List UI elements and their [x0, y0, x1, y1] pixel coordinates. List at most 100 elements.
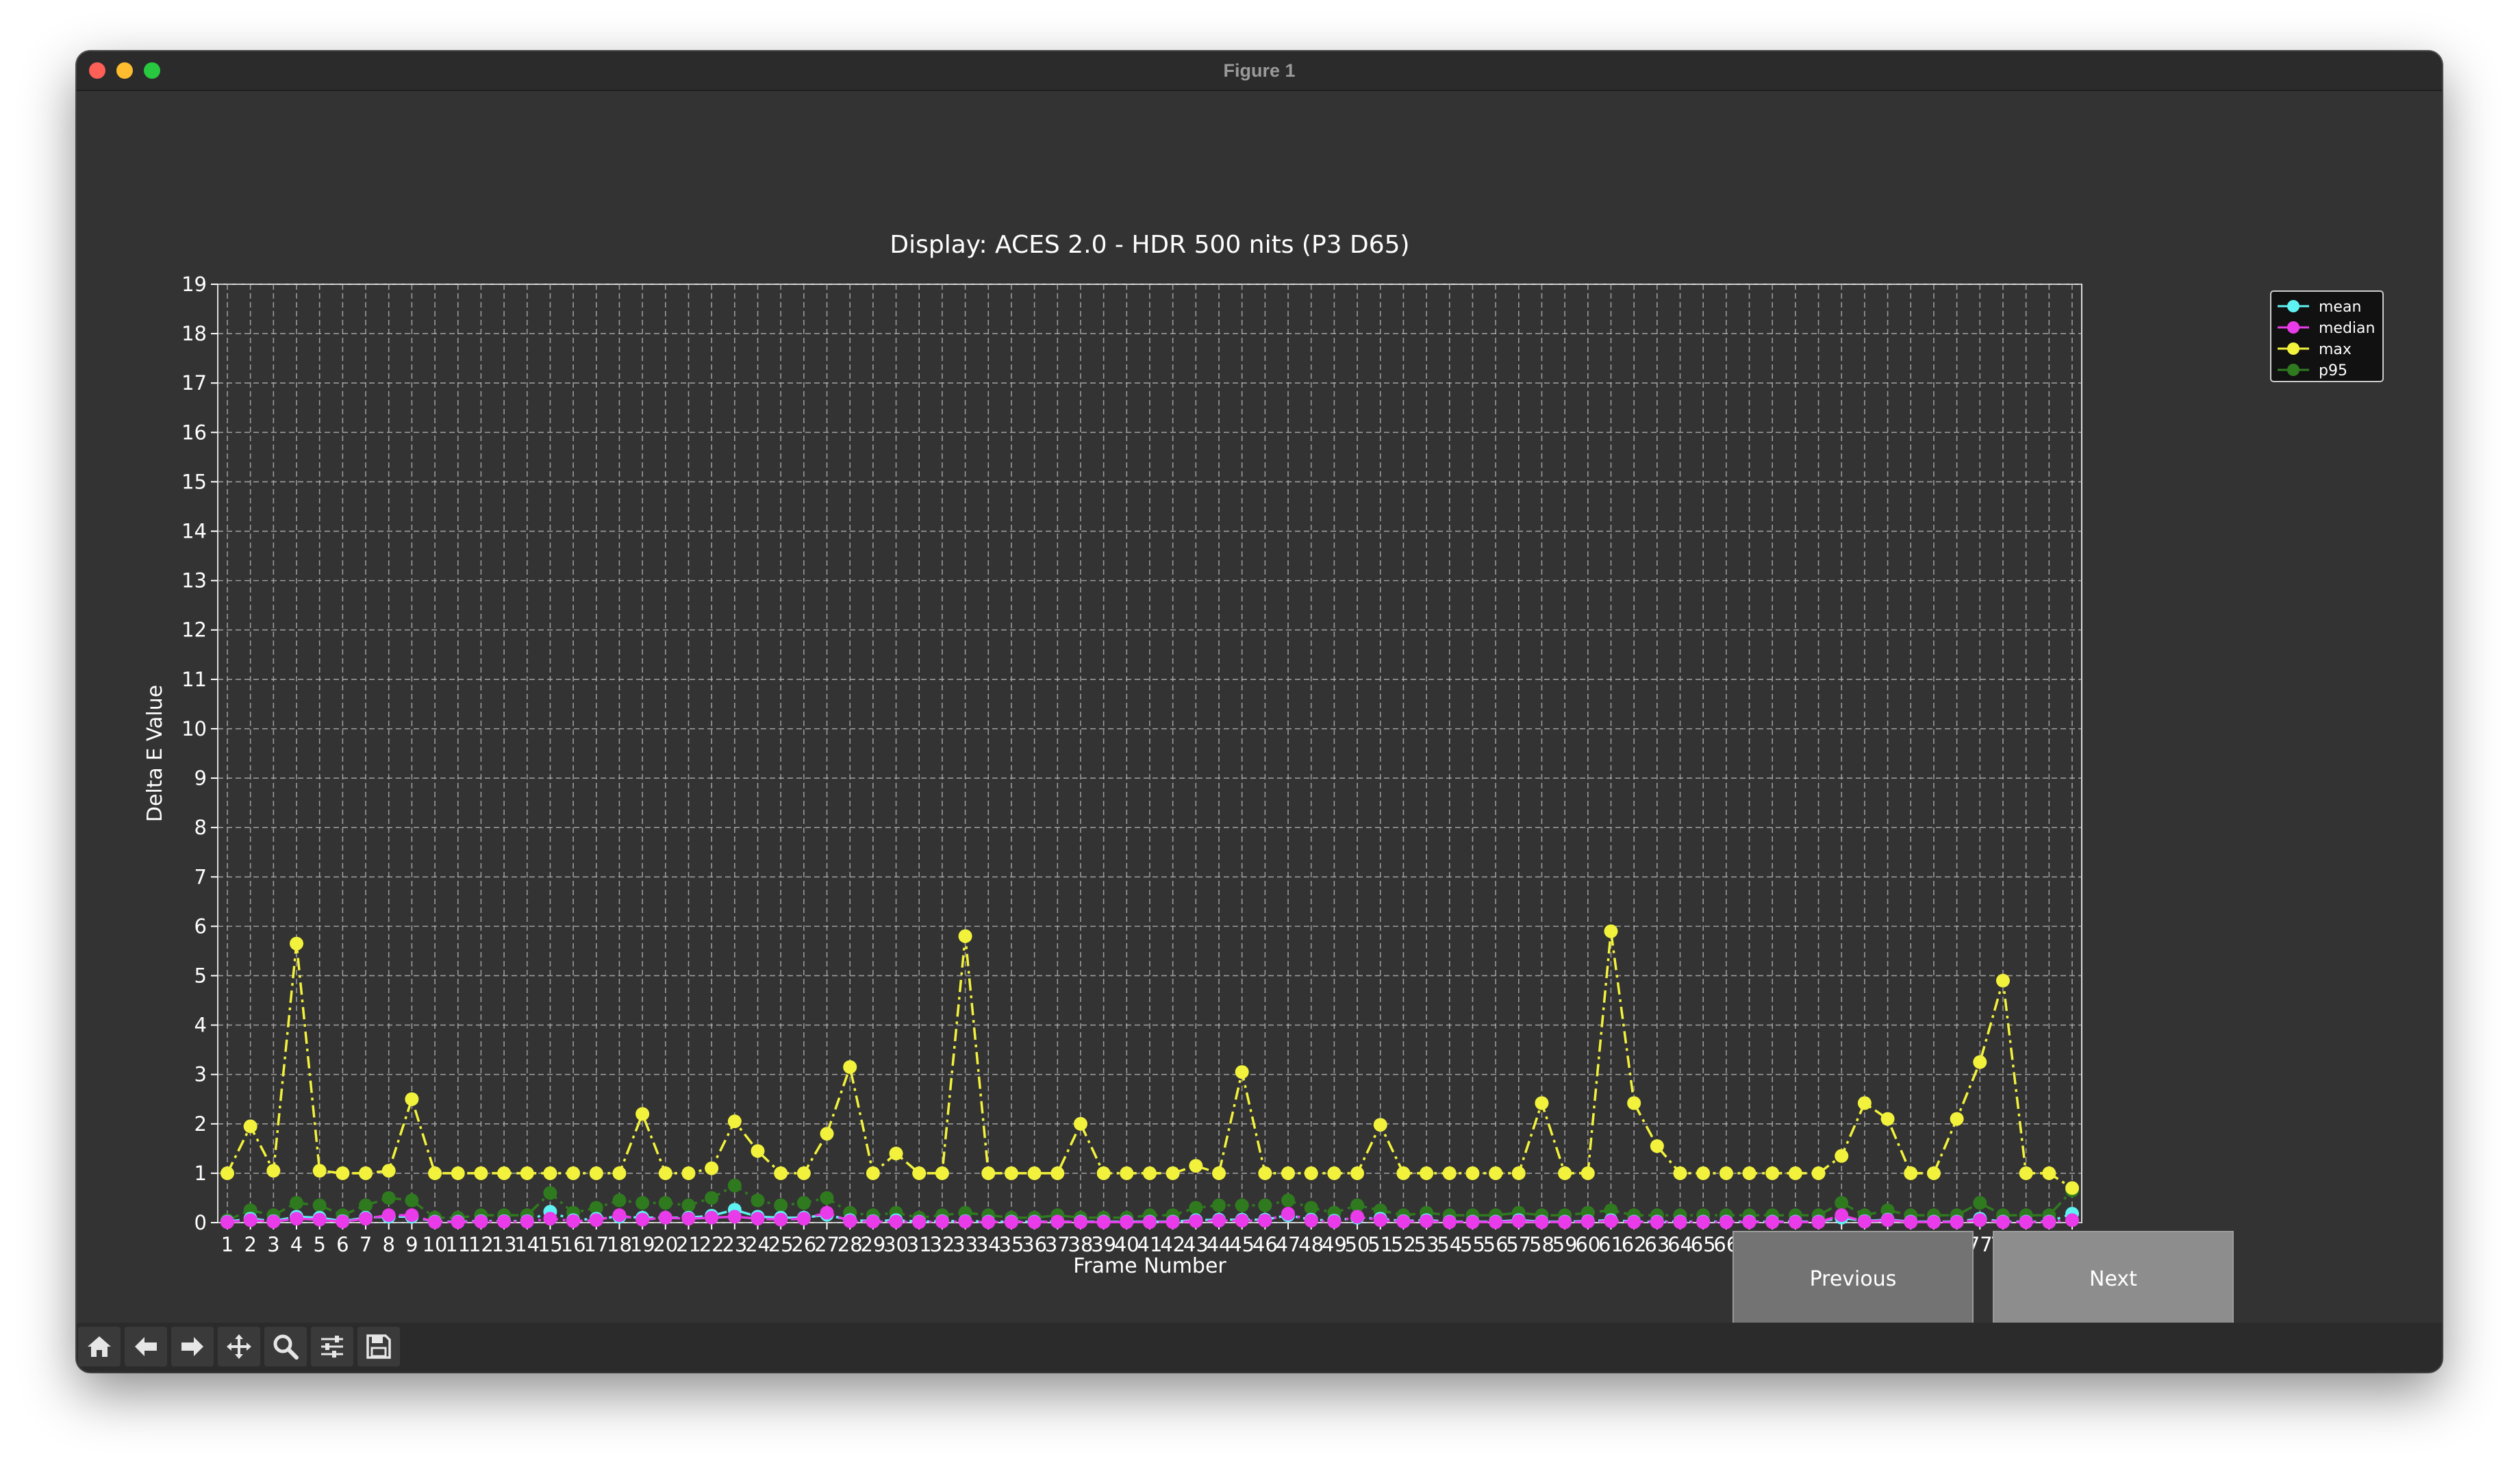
data-point-max: [1327, 1166, 1341, 1180]
y-tick-label: 6: [194, 914, 207, 938]
data-point-median: [359, 1212, 373, 1226]
data-point-max: [1166, 1166, 1180, 1180]
data-point-median: [1350, 1210, 1365, 1224]
data-point-median: [266, 1214, 281, 1229]
x-tick-label: 55: [1460, 1233, 1485, 1256]
data-point-max: [1004, 1166, 1018, 1180]
data-point-median: [1995, 1215, 2010, 1229]
data-point-median: [1511, 1214, 1526, 1228]
x-tick-label: 28: [837, 1233, 863, 1256]
data-point-median: [381, 1208, 396, 1223]
data-point-p95: [820, 1190, 834, 1205]
data-point-median: [1281, 1207, 1296, 1221]
home-icon[interactable]: [78, 1327, 121, 1366]
data-point-max: [1673, 1166, 1687, 1180]
data-point-median: [1166, 1215, 1180, 1229]
x-tick-label: 41: [1137, 1233, 1163, 1256]
next-button[interactable]: Next: [1993, 1231, 2234, 1327]
x-tick-label: 62: [1622, 1233, 1647, 1256]
navigation-toolbar: [77, 1323, 2442, 1372]
y-tick-label: 0: [194, 1211, 207, 1234]
data-point-median: [312, 1212, 327, 1227]
data-point-median: [1580, 1214, 1595, 1229]
x-tick-label: 22: [699, 1233, 724, 1256]
data-point-median: [1673, 1215, 1687, 1229]
data-point-max: [1535, 1096, 1549, 1110]
x-tick-label: 63: [1644, 1233, 1670, 1256]
zoom-icon[interactable]: [264, 1327, 307, 1366]
data-point-max: [1143, 1166, 1157, 1180]
data-point-median: [1027, 1215, 1042, 1229]
data-point-median: [935, 1214, 949, 1229]
previous-button[interactable]: Previous: [1732, 1231, 1974, 1327]
data-point-median: [1926, 1215, 1941, 1229]
data-point-median: [1950, 1215, 1964, 1229]
data-point-max: [727, 1114, 742, 1129]
data-point-max: [1811, 1166, 1826, 1180]
x-tick-label: 17: [583, 1233, 609, 1256]
data-point-median: [1788, 1215, 1802, 1229]
data-point-max: [1304, 1166, 1318, 1180]
y-tick-label: 2: [194, 1112, 207, 1136]
data-point-median: [1189, 1214, 1203, 1228]
data-point-median: [866, 1214, 880, 1229]
legend: mean median max p95: [2270, 290, 2384, 382]
data-point-median: [474, 1214, 488, 1229]
figure-canvas: 0 1 2 3 4 5 6 7 8 9 10 11 12 13 14 15 16 17 18 19 1 2 3 4 5 6 7 8 9 1…: [77, 90, 2442, 1309]
x-tick-label: 10: [423, 1233, 448, 1256]
x-tick-label: 8: [382, 1233, 394, 1256]
data-point-max: [912, 1166, 927, 1180]
data-point-median: [1258, 1214, 1272, 1228]
data-point-median: [566, 1214, 581, 1228]
data-point-median: [1811, 1215, 1826, 1229]
data-point-median: [912, 1215, 927, 1229]
y-tick-label: 18: [181, 322, 207, 345]
y-tick-label: 8: [194, 816, 207, 839]
x-tick-label: 7: [360, 1233, 372, 1256]
legend-marker-mean: [2287, 300, 2300, 312]
data-point-max: [1396, 1166, 1411, 1180]
data-point-max: [543, 1166, 557, 1180]
x-tick-label: 20: [653, 1233, 678, 1256]
x-tick-label: 23: [722, 1233, 747, 1256]
x-tick-label: 5: [313, 1233, 325, 1256]
save-icon[interactable]: [357, 1327, 400, 1366]
data-point-median: [451, 1215, 465, 1229]
data-point-median: [428, 1215, 442, 1229]
configure-subplots-icon[interactable]: [311, 1327, 353, 1366]
y-tick-label: 10: [181, 717, 207, 740]
data-point-max: [820, 1127, 834, 1141]
window-title: Figure 1: [1223, 60, 1296, 81]
x-tick-label: 39: [1091, 1233, 1116, 1256]
data-point-median: [635, 1212, 650, 1227]
data-point-median: [1880, 1213, 1895, 1227]
data-point-max: [589, 1166, 603, 1180]
data-point-max: [1511, 1166, 1526, 1180]
pan-icon[interactable]: [218, 1327, 260, 1366]
data-point-median: [2065, 1213, 2079, 1227]
x-tick-label: 49: [1322, 1233, 1347, 1256]
data-point-p95: [1189, 1201, 1203, 1215]
data-point-p95: [774, 1198, 788, 1212]
data-point-p95: [635, 1196, 650, 1210]
data-point-max: [889, 1147, 903, 1161]
data-point-max: [1420, 1166, 1434, 1180]
data-point-max: [1073, 1116, 1087, 1131]
data-point-median: [2042, 1215, 2056, 1229]
data-point-median: [1143, 1215, 1157, 1229]
x-tick-label: 45: [1229, 1233, 1255, 1256]
data-point-p95: [658, 1196, 672, 1210]
x-tick-label: 33: [953, 1233, 978, 1256]
x-tick-label: 40: [1114, 1233, 1139, 1256]
data-point-max: [451, 1166, 465, 1180]
data-point-max: [497, 1166, 512, 1180]
data-point-median: [1327, 1214, 1341, 1229]
data-point-max: [1788, 1166, 1802, 1180]
data-point-max: [1120, 1166, 1134, 1180]
back-arrow-icon[interactable]: [125, 1327, 167, 1366]
data-point-median: [497, 1214, 512, 1229]
data-point-max: [359, 1166, 373, 1180]
forward-arrow-icon[interactable]: [171, 1327, 214, 1366]
data-point-p95: [796, 1196, 811, 1210]
data-point-p95: [681, 1198, 696, 1212]
